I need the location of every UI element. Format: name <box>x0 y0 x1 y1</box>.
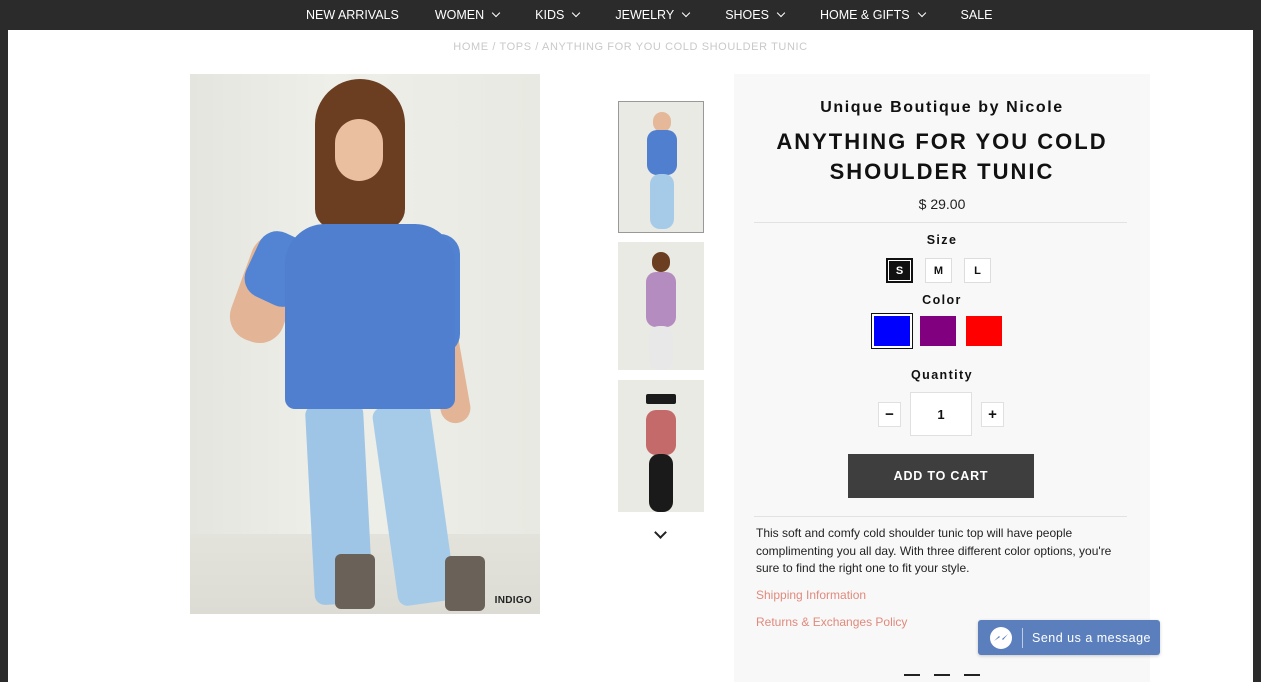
model-face <box>335 119 383 181</box>
thumbnail-pants <box>649 326 673 370</box>
returns-policy-link[interactable]: Returns & Exchanges Policy <box>756 615 907 629</box>
thumbnail-top <box>646 272 676 327</box>
color-label: Color <box>922 293 962 307</box>
nav-item-new-arrivals[interactable]: NEW ARRIVALS <box>306 8 399 22</box>
chevron-down-icon <box>776 8 786 18</box>
breadcrumb-separator: / <box>531 41 543 53</box>
add-to-cart-button[interactable]: ADD TO CART <box>848 454 1034 498</box>
quantity-stepper: − + <box>878 392 1004 436</box>
breadcrumb: HOME / TOPS / ANYTHING FOR YOU COLD SHOU… <box>0 41 1261 53</box>
model-boot <box>335 554 375 609</box>
color-selector <box>874 316 1002 346</box>
divider <box>754 516 1127 517</box>
quantity-decrease-button[interactable]: − <box>878 401 901 427</box>
product-title: ANYTHING FOR YOU COLD SHOULDER TUNIC <box>776 129 1108 184</box>
nav-item-shoes[interactable]: SHOES <box>725 8 786 22</box>
thumbnail-top <box>646 410 676 455</box>
messenger-label: Send us a message <box>1032 630 1151 645</box>
thumbnail-top <box>647 130 677 175</box>
quantity-input[interactable] <box>910 392 972 436</box>
thumbnail-pants <box>649 454 673 512</box>
thumbnail-jeans <box>650 174 674 229</box>
nav-item-women[interactable]: WOMEN <box>435 8 501 22</box>
nav-item-kids[interactable]: KIDS <box>535 8 581 22</box>
thumbnail-red[interactable] <box>618 380 704 512</box>
nav-item-home-gifts[interactable]: HOME & GIFTS <box>820 8 926 22</box>
product-info-panel: Unique Boutique by Nicole ANYTHING FOR Y… <box>734 74 1150 682</box>
chevron-down-icon <box>681 8 691 18</box>
product-vendor[interactable]: Unique Boutique by Nicole <box>734 99 1150 117</box>
facebook-icon[interactable] <box>904 674 920 682</box>
chevron-down-icon <box>917 8 926 18</box>
size-option-l[interactable]: L <box>964 258 991 283</box>
color-swatch-red[interactable] <box>966 316 1002 346</box>
chevron-down-icon[interactable] <box>654 528 666 540</box>
main-product-image[interactable]: INDIGO <box>190 74 540 614</box>
size-selector: S M L <box>886 258 991 283</box>
messenger-separator <box>1022 627 1023 648</box>
twitter-icon[interactable] <box>934 674 950 682</box>
shipping-information-link[interactable]: Shipping Information <box>756 588 866 602</box>
chevron-down-icon <box>572 8 581 18</box>
divider <box>754 222 1127 223</box>
size-option-m[interactable]: M <box>925 258 952 283</box>
quantity-label: Quantity <box>911 368 973 382</box>
color-tag: INDIGO <box>494 595 532 606</box>
breadcrumb-category[interactable]: TOPS <box>499 41 531 53</box>
pinterest-icon[interactable] <box>964 674 980 682</box>
breadcrumb-separator: / <box>488 41 500 53</box>
product-description: This soft and comfy cold shoulder tunic … <box>756 526 1112 575</box>
size-label: Size <box>926 233 958 247</box>
breadcrumb-current: ANYTHING FOR YOU COLD SHOULDER TUNIC <box>542 41 808 53</box>
color-swatch-blue[interactable] <box>874 316 910 346</box>
thumbnail-model-head <box>653 112 671 132</box>
top-navigation: NEW ARRIVALS WOMEN KIDS JEWELRY SHOES HO… <box>0 0 1261 30</box>
social-share <box>904 674 980 682</box>
quantity-increase-button[interactable]: + <box>981 401 1004 427</box>
model-boot <box>445 556 485 611</box>
thumbnail-model-head <box>652 252 670 272</box>
size-option-s[interactable]: S <box>886 258 913 283</box>
breadcrumb-home[interactable]: HOME <box>453 41 488 53</box>
thumbnail-indigo[interactable] <box>618 101 704 233</box>
nav-item-sale[interactable]: SALE <box>961 8 993 22</box>
product-price: $ 29.00 <box>918 196 966 212</box>
thumbnail-model-hat <box>646 394 676 404</box>
color-swatch-purple[interactable] <box>920 316 956 346</box>
messenger-icon <box>990 626 1012 649</box>
tunic-top <box>285 224 455 409</box>
nav-item-jewelry[interactable]: JEWELRY <box>615 8 691 22</box>
chevron-down-icon <box>491 8 501 18</box>
messenger-widget[interactable]: Send us a message <box>978 620 1160 655</box>
thumbnail-purple[interactable] <box>618 242 704 370</box>
